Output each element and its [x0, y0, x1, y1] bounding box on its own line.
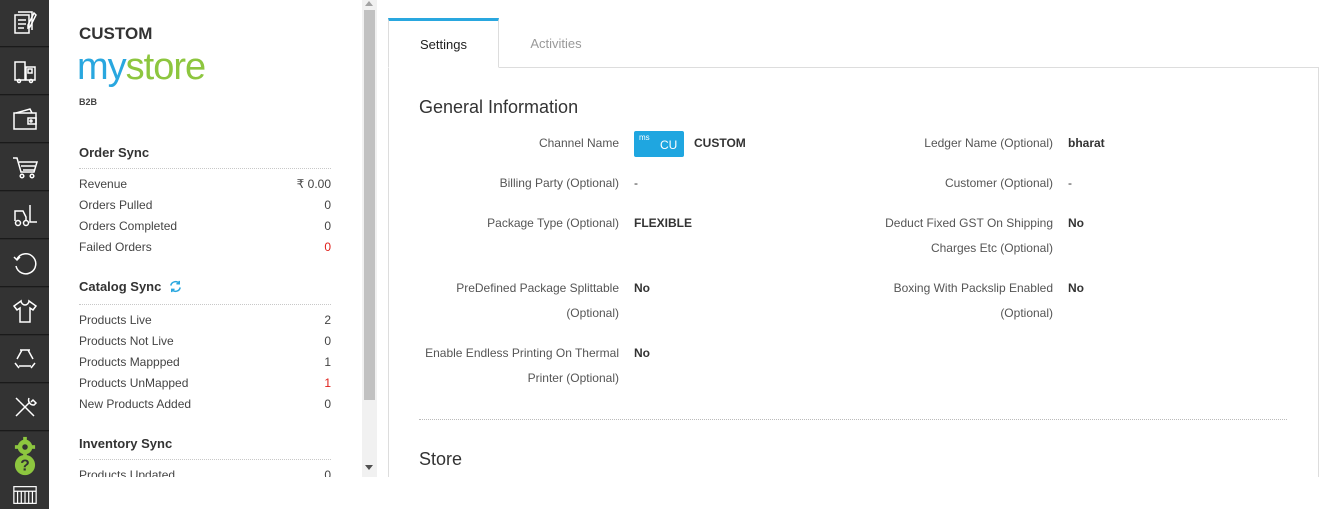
- stat-row-orders-completed: Orders Completed 0: [79, 218, 331, 233]
- endless-printing-label-line1: Enable Endless Printing On Thermal: [425, 346, 619, 360]
- left-nav-rail: ?: [0, 0, 49, 509]
- boxing-packslip-label-line1: Boxing With Packslip Enabled: [893, 281, 1053, 295]
- endless-printing-value: No: [634, 346, 650, 360]
- section-divider: [419, 419, 1287, 420]
- package-type-label: Package Type (Optional): [487, 216, 619, 230]
- tab-activities[interactable]: Activities: [500, 18, 612, 68]
- channel-name-label: Channel Name: [538, 136, 619, 150]
- boxing-packslip-label-line2: (Optional): [1000, 306, 1053, 320]
- channel-name-value: CUSTOM: [694, 136, 746, 150]
- barcode-icon[interactable]: [0, 480, 49, 509]
- stat-row-products-unmapped: Products UnMapped 1: [79, 375, 331, 390]
- divider: [79, 459, 331, 460]
- divider: [79, 168, 331, 169]
- shirt-icon[interactable]: [0, 288, 49, 335]
- endless-printing-label-line2: Printer (Optional): [527, 371, 619, 385]
- svg-text:?: ?: [20, 458, 30, 475]
- panel-scrollbar[interactable]: [362, 0, 377, 477]
- channel-summary-panel: CUSTOM mystore B2B Order Sync Revenue ₹ 0…: [49, 0, 362, 477]
- stat-row-products-not-live: Products Not Live 0: [79, 333, 331, 348]
- stat-row-new-products: New Products Added 0: [79, 396, 331, 411]
- divider: [79, 304, 331, 305]
- store-heading: Store: [419, 449, 463, 469]
- stat-row-orders-pulled: Orders Pulled 0: [79, 197, 331, 212]
- scroll-down-icon[interactable]: [365, 465, 373, 470]
- stat-row-products-live: Products Live 2: [79, 312, 331, 327]
- predefined-package-value: No: [634, 281, 650, 295]
- help-icon[interactable]: ?: [13, 454, 37, 476]
- stat-row-products-updated: Products Updated 0: [79, 467, 331, 478]
- deduct-gst-label-line2: Charges Etc (Optional): [930, 241, 1053, 255]
- customer-label: Customer (Optional): [944, 176, 1053, 190]
- recycle-icon[interactable]: [0, 336, 49, 383]
- deduct-gst-value: No: [1068, 216, 1084, 230]
- predefined-package-label-line1: PreDefined Package Splittable: [456, 281, 619, 295]
- cart-icon[interactable]: [0, 144, 49, 191]
- scroll-up-icon[interactable]: [365, 1, 373, 6]
- help-settings-group[interactable]: ?: [0, 432, 49, 480]
- package-type-value: FLEXIBLE: [634, 216, 693, 230]
- tools-icon[interactable]: [0, 384, 49, 431]
- sync-icon[interactable]: [168, 279, 183, 294]
- ledger-name-label: Ledger Name (Optional): [924, 136, 1053, 150]
- tab-settings[interactable]: Settings: [388, 18, 499, 68]
- billing-party-value: -: [634, 176, 638, 190]
- document-icon[interactable]: [0, 0, 49, 47]
- boxing-packslip-value: No: [1068, 281, 1084, 295]
- main-content: Settings Activities General Information …: [388, 18, 1319, 477]
- channel-badge: ms CU: [634, 131, 684, 157]
- settings-panel: [388, 67, 1319, 477]
- truck-icon[interactable]: [0, 48, 49, 95]
- stat-row-revenue: Revenue ₹ 0.00: [79, 176, 331, 191]
- stat-row-failed-orders: Failed Orders 0: [79, 239, 331, 254]
- scroll-thumb[interactable]: [364, 10, 375, 400]
- order-sync-title: Order Sync: [79, 145, 150, 160]
- ledger-name-value: bharat: [1068, 136, 1105, 150]
- predefined-package-label-line2: (Optional): [566, 306, 619, 320]
- catalog-sync-title: Catalog Sync: [79, 279, 183, 294]
- refresh-icon[interactable]: [0, 240, 49, 287]
- stat-row-products-mapped: Products Mappped 1: [79, 354, 331, 369]
- forklift-icon[interactable]: [0, 192, 49, 239]
- inventory-sync-title: Inventory Sync: [79, 436, 173, 451]
- customer-value: -: [1068, 176, 1072, 190]
- mystore-logo: mystore: [77, 46, 206, 88]
- deduct-gst-label-line1: Deduct Fixed GST On Shipping: [885, 216, 1053, 230]
- general-information-heading: General Information: [419, 97, 579, 117]
- channel-type: B2B: [79, 97, 98, 107]
- wallet-icon[interactable]: [0, 96, 49, 143]
- channel-title: CUSTOM: [79, 24, 153, 43]
- billing-party-label: Billing Party (Optional): [499, 176, 619, 190]
